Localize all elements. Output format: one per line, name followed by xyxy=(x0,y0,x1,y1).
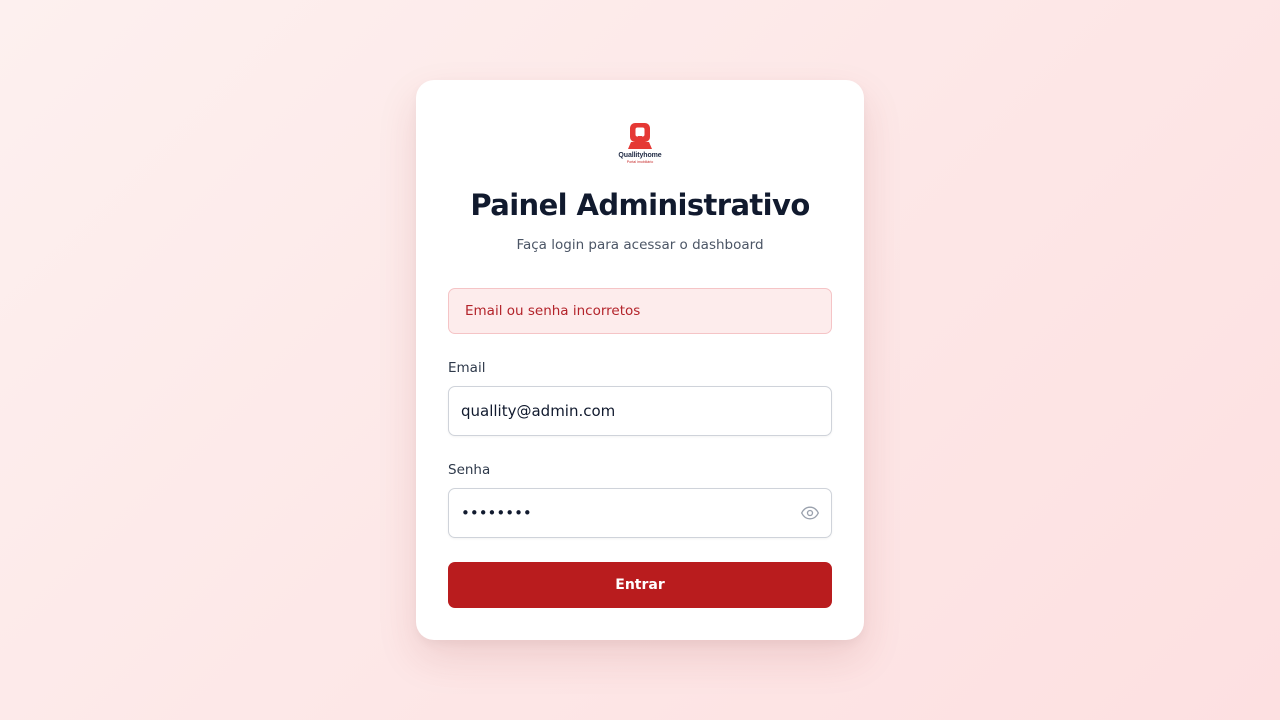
page-title: Painel Administrativo xyxy=(470,188,810,222)
toggle-password-visibility-button[interactable] xyxy=(799,502,821,524)
login-card: Quallityhome Portal imobiliário Painel A… xyxy=(416,80,864,640)
email-field-wrapper xyxy=(448,386,832,436)
password-label: Senha xyxy=(448,462,491,478)
logo-wordmark: Quallityhome xyxy=(618,152,662,159)
error-message: Email ou senha incorretos xyxy=(465,303,641,319)
email-label: Email xyxy=(448,360,486,376)
logo-icon xyxy=(628,123,652,149)
error-alert: Email ou senha incorretos xyxy=(448,288,832,334)
brand-logo: Quallityhome Portal imobiliário xyxy=(616,122,664,164)
eye-icon xyxy=(801,506,819,520)
login-submit-button[interactable]: Entrar xyxy=(448,562,832,608)
password-field-wrapper xyxy=(448,488,832,538)
email-field[interactable] xyxy=(449,387,831,435)
page-subtitle: Faça login para acessar o dashboard xyxy=(516,237,764,253)
password-field[interactable] xyxy=(449,489,831,537)
logo-tagline: Portal imobiliário xyxy=(626,160,654,164)
